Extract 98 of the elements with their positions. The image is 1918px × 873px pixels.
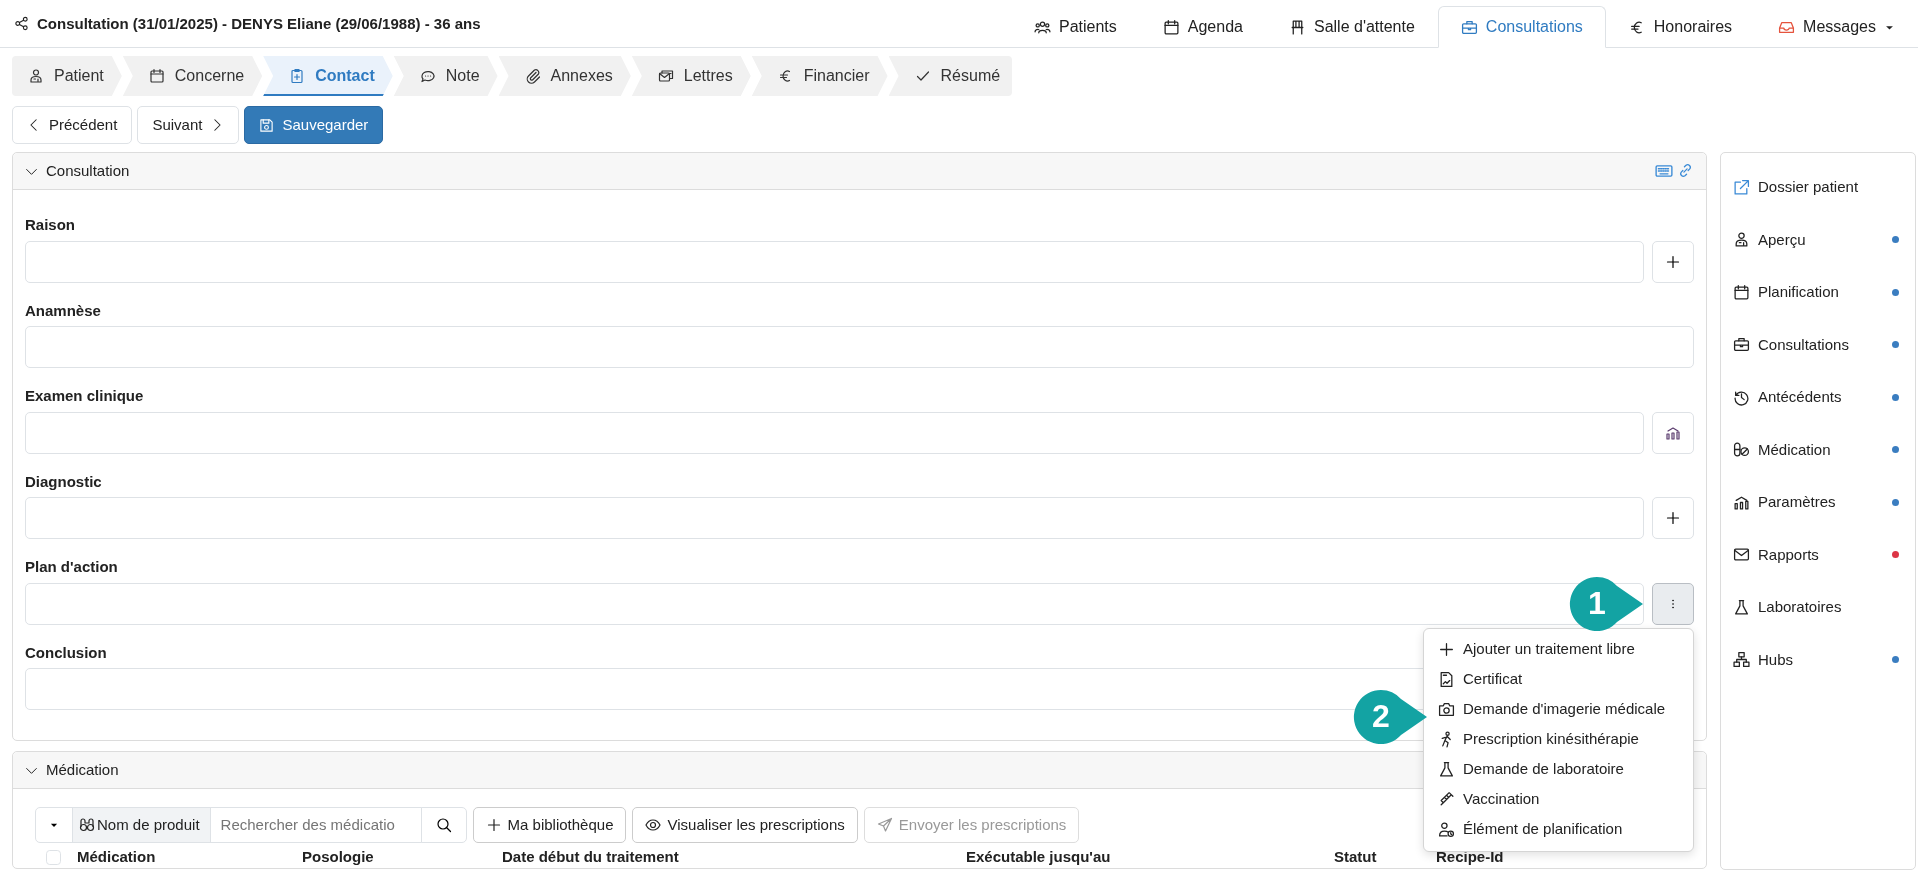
doctor-icon <box>1733 231 1750 249</box>
sidebar-item[interactable]: Consultations <box>1758 333 1849 356</box>
menu-item[interactable]: Demande d'imagerie médicale <box>1424 694 1693 725</box>
nav-tab[interactable]: Consultations <box>1437 6 1606 48</box>
plus-icon <box>1665 510 1681 526</box>
sidebar-item[interactable]: Médication <box>1758 438 1831 461</box>
step-tab[interactable]: Note <box>393 56 498 96</box>
panel-title: Consultation <box>46 160 130 181</box>
letters-icon <box>657 68 674 84</box>
search-button[interactable] <box>420 807 467 843</box>
sidebar-item[interactable]: Dossier patient <box>1758 176 1859 199</box>
field-label: Plan d'action <box>25 557 118 577</box>
nav-tab[interactable]: Honoraires <box>1605 6 1756 48</box>
menu-item[interactable]: Certificat <box>1424 664 1693 695</box>
share-icon <box>14 16 29 32</box>
pills-icon <box>1733 441 1750 459</box>
doctor-icon <box>28 68 44 84</box>
sidebar-item[interactable]: Hubs <box>1758 648 1794 671</box>
flask-icon <box>1438 761 1455 778</box>
keyboard-icon <box>1655 162 1673 180</box>
column-header: Posologie <box>302 847 374 865</box>
plus-icon <box>1665 253 1681 270</box>
sidebar-item[interactable]: Rapports <box>1758 543 1819 566</box>
link-icon <box>1677 162 1694 179</box>
field-label: Diagnostic <box>25 471 102 492</box>
binoculars-icon <box>79 817 95 833</box>
input-field[interactable] <box>25 411 1644 454</box>
step-tab[interactable]: Contact <box>263 56 393 96</box>
nav-tab[interactable]: Messages <box>1755 6 1918 48</box>
column-header: Recipe-Id <box>1436 847 1504 865</box>
field-label: Anamnèse <box>25 300 101 321</box>
column-header: Médication <box>77 847 156 865</box>
plus-icon <box>485 817 502 833</box>
panel-title: Médication <box>46 759 119 780</box>
sidebar-item[interactable]: Antécédents <box>1758 386 1842 409</box>
chat-icon <box>419 68 436 84</box>
step-tab[interactable]: Financier <box>751 56 888 96</box>
sidebar-item[interactable]: Aperçu <box>1758 228 1806 251</box>
menu-item[interactable]: Prescription kinésithérapie <box>1424 724 1693 755</box>
field-label: Conclusion <box>25 642 107 663</box>
syringe-icon <box>1438 791 1455 808</box>
sidebar-item[interactable]: Paramètres <box>1758 491 1836 514</box>
toolbar-button[interactable]: Ma bibliothèque <box>472 807 627 843</box>
input-field[interactable] <box>25 326 1694 368</box>
step-tab[interactable]: Concerne <box>122 56 263 96</box>
save-button[interactable]: Sauvegarder <box>244 106 384 144</box>
flask-icon <box>1733 598 1750 616</box>
dropdown-toggle[interactable] <box>35 807 73 843</box>
person-clock-icon <box>1438 821 1455 838</box>
step-tab[interactable]: Patient <box>12 56 122 96</box>
calendar-icon <box>148 68 165 84</box>
briefcase-icon <box>1733 336 1750 354</box>
chart-button[interactable] <box>1652 411 1694 454</box>
toolbar-button[interactable]: Visualiser les prescriptions <box>632 807 858 843</box>
menu-item[interactable]: Élément de planification <box>1424 814 1693 845</box>
add-button[interactable] <box>1652 497 1694 539</box>
briefcase-icon <box>1460 18 1478 36</box>
eye-icon <box>645 817 662 833</box>
menu-item[interactable]: Vaccination <box>1424 784 1693 815</box>
paperclip-icon <box>524 68 541 84</box>
input-field[interactable] <box>25 582 1644 625</box>
step-tab[interactable]: Annexes <box>498 56 631 96</box>
certificate-icon <box>1438 671 1455 688</box>
field-label: Examen clinique <box>25 386 144 406</box>
nav-tab[interactable]: Salle d'attente <box>1265 6 1438 48</box>
plus-icon <box>1438 641 1455 658</box>
column-header: Exécutable jusqu'au <box>966 847 1111 865</box>
input-field[interactable] <box>25 240 1644 283</box>
page-title: Consultation (31/01/2025) - DENYS Eliane (29/06/1988) - 36 ans <box>37 13 481 34</box>
step-tab[interactable]: Résumé <box>888 56 1013 96</box>
callout-marker: 1 <box>1569 575 1643 632</box>
menu-item[interactable]: Ajouter un traitement libre <box>1424 634 1693 665</box>
sidebar-item[interactable]: Laboratoires <box>1758 596 1842 619</box>
search-field[interactable]: Rechercher des médicatio <box>209 807 422 843</box>
column-header: Statut <box>1334 847 1377 865</box>
calendar-icon <box>1162 18 1180 36</box>
search-icon <box>435 817 452 833</box>
step-tab[interactable]: Lettres <box>631 56 751 96</box>
send-icon <box>876 817 893 833</box>
column-header: Date début du traitement <box>502 847 679 865</box>
camera-icon <box>1438 701 1455 718</box>
network-icon <box>1733 651 1750 669</box>
nav-tab[interactable]: Patients <box>1010 6 1140 48</box>
external-link-icon <box>1733 178 1750 196</box>
select-all-checkbox[interactable] <box>46 849 61 865</box>
previous-button[interactable]: Précédent <box>12 106 133 144</box>
menu-item[interactable]: Demande de laboratoire <box>1424 754 1693 785</box>
nav-tab[interactable]: Agenda <box>1139 6 1266 48</box>
input-field[interactable] <box>25 497 1644 539</box>
more-button[interactable] <box>1652 582 1694 625</box>
field-label: Raison <box>25 215 75 235</box>
add-button[interactable] <box>1652 240 1694 283</box>
calendar-icon <box>1733 283 1750 301</box>
filter-label[interactable]: Nom de produit <box>72 807 211 843</box>
next-button[interactable]: Suivant <box>137 106 240 144</box>
clipboard-plus-icon <box>289 68 306 84</box>
callout-marker: 2 <box>1353 688 1427 745</box>
sidebar-item[interactable]: Planification <box>1758 281 1839 304</box>
